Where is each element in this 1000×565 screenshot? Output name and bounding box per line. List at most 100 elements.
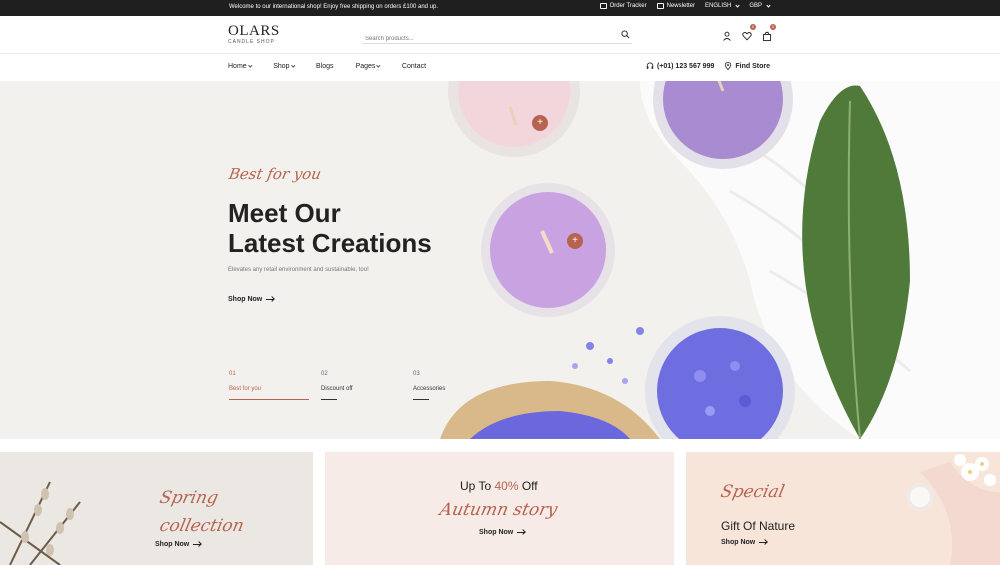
nav-item-blogs[interactable]: Blogs [316,63,334,70]
flowers-candles-image [906,454,1000,565]
phone-number: (+01) 123 567 999 [656,62,715,70]
banner-autumn-story[interactable]: Up To 40% Off Autumn story Shop Now [325,452,674,565]
logo[interactable]: OLARS CANDLE SHOP [228,23,280,46]
nav-item-label: Shop [273,63,290,70]
hero-section: Best for you Meet Our Latest Creations E… [0,81,1000,439]
step-label: Discount off [321,386,353,392]
search-bar [362,27,632,47]
nav-item-label: Blogs [316,63,334,70]
nav-item-home[interactable]: Home [228,63,252,70]
promo-banners: Spring collection Shop Now Up To 40% Off… [0,452,1000,565]
nav-item-label: Pages [355,63,376,70]
chevron-down-icon [248,63,252,68]
banner-cta-label: Shop Now [155,541,190,548]
banner-heading: Gift Of Nature [721,519,796,533]
step-label: Accessories [413,386,446,392]
chevron-down-icon [291,63,295,68]
hero-cta-label: Shop Now [228,296,263,303]
arrow-right-icon [193,544,202,545]
step-progress-bar [413,399,429,400]
banner-heading: Up To 40% Off [460,479,538,493]
chevron-down-icon [766,2,771,8]
step-number: 02 [321,371,328,377]
nav-item-contact[interactable]: Contact [402,63,426,70]
search-icon[interactable] [621,30,630,39]
top-bar: Welcome to our international shop! Enjoy… [0,0,1000,16]
nav-item-pages[interactable]: Pages [355,63,381,70]
newsletter-label: Newsletter [666,3,695,9]
search-input[interactable] [362,31,602,47]
headset-icon [646,62,654,69]
nav-item-label: Contact [401,63,427,70]
newsletter-link[interactable]: Newsletter [656,3,695,9]
banner-script: Autumn story [437,500,560,520]
hero-title-line2: Latest Creations [228,228,432,258]
mail-icon [656,3,664,9]
site-header: OLARS CANDLE SHOP 0 0 [0,16,1000,54]
banner-shop-now-link[interactable]: Shop Now [479,529,526,536]
banner-gift-of-nature[interactable]: Special Gift Of Nature Shop Now [686,452,1000,565]
banner-cta-label: Shop Now [479,529,514,536]
willow-branch-image [0,481,81,565]
banner-heading-accent: 40% [494,479,519,493]
chevron-down-icon [376,63,381,68]
banner-heading-suffix: Off [518,479,538,493]
step-number: 03 [413,371,420,377]
product-hotspot-plus-icon[interactable]: + [532,115,548,131]
product-hotspot-plus-icon[interactable]: + [567,233,583,249]
language-select[interactable]: ENGLISH [704,2,740,9]
logo-brand: OLARS [228,23,280,39]
order-tracker-link[interactable]: Order Tracker [599,3,647,9]
hero-title-line1: Meet Our [228,198,341,228]
map-pin-icon [725,62,732,70]
slide-step-2[interactable]: 02 Discount off [321,371,401,400]
nav-item-shop[interactable]: Shop [273,63,295,70]
nav-menu: Home Shop Blogs Pages Contact [228,63,448,70]
arrow-right-icon [759,542,768,543]
banner-shop-now-link[interactable]: Shop Now [155,541,202,548]
cart-button[interactable]: 0 [762,24,776,41]
top-bar-links: Order Tracker Newsletter ENGLISH GBP [599,2,771,9]
account-button[interactable] [722,28,732,41]
wishlist-count-badge: 0 [750,24,756,30]
step-label: Best for you [229,386,262,392]
order-tracker-label: Order Tracker [609,3,647,9]
step-progress-bar [229,399,309,400]
slide-step-3[interactable]: 03 Accessories [413,371,493,400]
banner-script: Special [718,482,787,502]
find-store-link[interactable]: Find Store [724,62,770,70]
hero-tagline: Best for you [227,165,323,183]
language-value: ENGLISH [704,3,732,9]
banner-script-line1: Spring [157,488,221,508]
cart-count-badge: 0 [770,24,776,30]
bag-icon [763,31,771,41]
nav-contact: (+01) 123 567 999 Find Store [646,62,770,70]
hero-slide-steps: 01 Best for you 02 Discount off 03 Acces… [229,371,493,400]
hero-description: Elevates any retail environment and sust… [228,267,369,273]
currency-value: GBP [749,3,762,9]
user-icon [723,31,731,41]
truck-icon [599,3,607,9]
banner-heading-prefix: Up To [460,479,495,493]
main-nav: Home Shop Blogs Pages Contact (+01) 123 … [0,54,1000,81]
slide-step-1[interactable]: 01 Best for you [229,371,309,400]
phone-link[interactable]: (+01) 123 567 999 [646,62,714,70]
hero-candles-image [440,81,1000,439]
heart-icon [742,32,752,41]
banner-script-line2: collection [157,516,246,536]
hero-shop-now-button[interactable]: Shop Now [228,296,275,303]
banner-spring-collection[interactable]: Spring collection Shop Now [0,452,313,565]
arrow-right-icon [266,299,275,300]
welcome-message: Welcome to our international shop! Enjoy… [229,4,439,10]
header-actions: 0 0 [722,24,776,41]
step-number: 01 [229,371,236,377]
wishlist-button[interactable]: 0 [742,24,756,41]
logo-subtitle: CANDLE SHOP [228,39,275,45]
chevron-down-icon [735,2,740,8]
arrow-right-icon [517,532,526,533]
step-progress-bar [321,399,337,400]
find-store-label: Find Store [735,62,770,70]
nav-item-label: Home [228,63,247,70]
banner-shop-now-link[interactable]: Shop Now [721,539,768,546]
currency-select[interactable]: GBP [749,2,771,9]
